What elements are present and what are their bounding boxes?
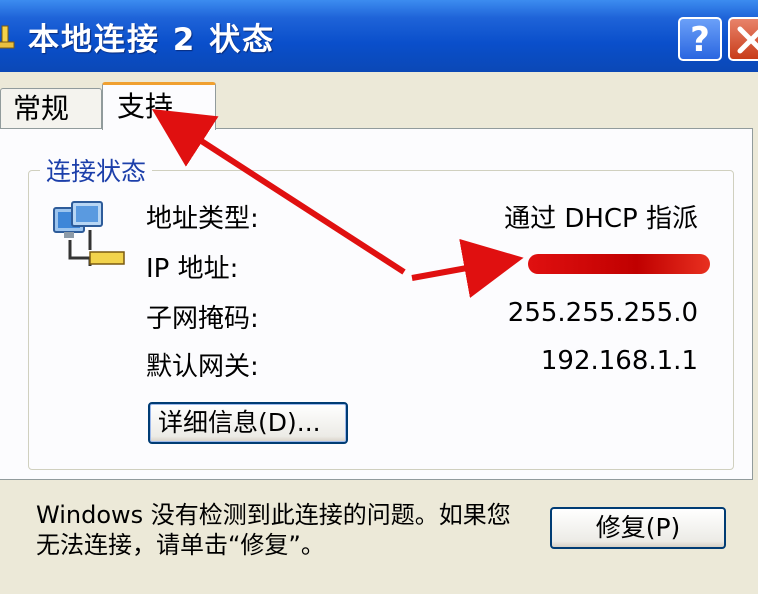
address-type-value: 通过 DHCP 指派: [504, 204, 698, 234]
ip-redaction-mark: [528, 254, 710, 274]
address-type-label: 地址类型:: [146, 204, 259, 234]
window-title: 本地连接 2 状态: [28, 22, 276, 58]
close-button[interactable]: [728, 17, 758, 61]
tab-support[interactable]: 支持: [102, 82, 216, 130]
tab-general[interactable]: 常规: [0, 88, 102, 128]
default-gateway-label: 默认网关:: [146, 352, 259, 382]
network-computer-icon: [53, 201, 125, 266]
subnet-mask-value: 255.255.255.0: [507, 298, 698, 328]
ip-address-label: IP 地址:: [146, 254, 239, 284]
subnet-mask-label: 子网掩码:: [146, 304, 259, 334]
group-label: 连接状态: [40, 152, 153, 188]
details-button[interactable]: 详细信息(D)...: [148, 402, 348, 444]
repair-button[interactable]: 修复(P): [550, 507, 726, 549]
default-gateway-value: 192.168.1.1: [540, 346, 698, 376]
network-connection-icon: [0, 25, 15, 49]
close-icon: [737, 26, 758, 54]
title-bar[interactable]: 本地连接 2 状态 ?: [0, 0, 758, 72]
diagnostic-message: Windows 没有检测到此连接的问题。如果您无法连接，请单击“修复”。: [36, 501, 511, 559]
help-button[interactable]: ?: [678, 17, 722, 61]
